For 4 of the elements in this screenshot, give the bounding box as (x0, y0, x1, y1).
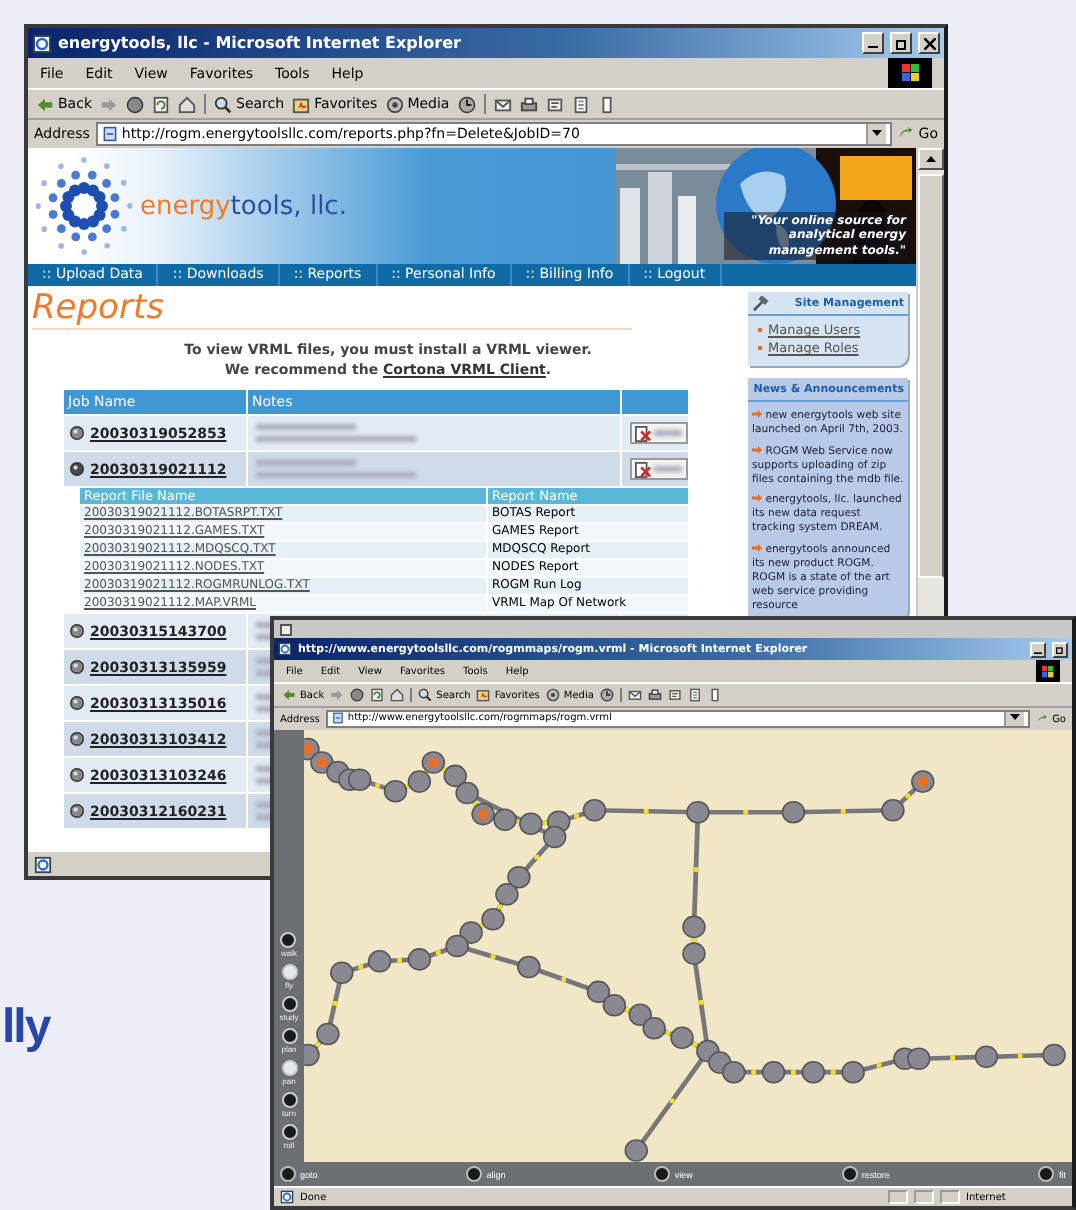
backdrop-heading: lly (2, 1000, 50, 1056)
page-heading: Reports (32, 288, 632, 330)
window-title: energytools, llc - Microsoft Internet Explorer (58, 34, 463, 52)
brand-name: energytools, llc. (140, 191, 347, 221)
